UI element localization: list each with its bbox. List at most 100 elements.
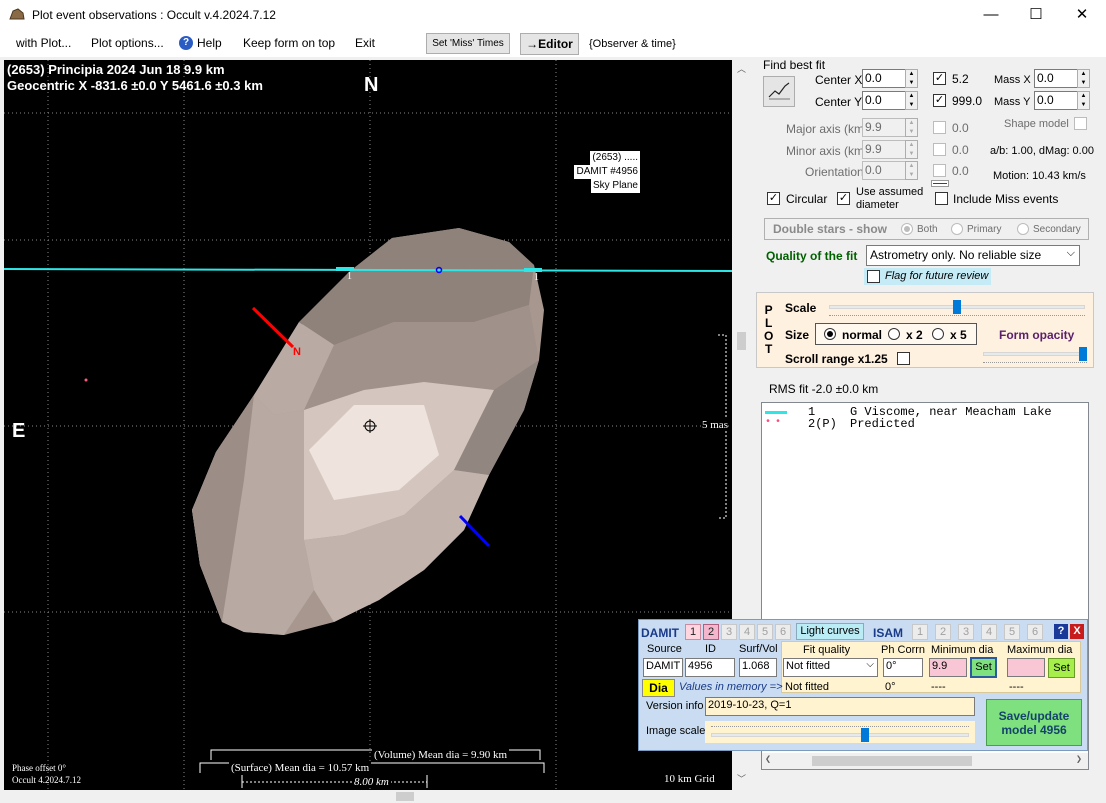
- max-dia-field[interactable]: [1007, 658, 1045, 677]
- center-x-spinner[interactable]: ▲ ▼: [905, 69, 918, 88]
- plot-horizontal-scrollbar[interactable]: [4, 790, 750, 803]
- editor-button[interactable]: →Editor: [520, 33, 579, 55]
- center-y-checkbox[interactable]: ✓: [933, 94, 946, 107]
- minor-axis-input[interactable]: 9.9: [862, 140, 906, 159]
- scroll-left-icon[interactable]: ❮: [765, 754, 771, 766]
- damit-num-5[interactable]: 5: [757, 624, 773, 640]
- x5-radio[interactable]: [932, 328, 944, 340]
- flag-review-checkbox[interactable]: [867, 270, 880, 283]
- fit-line-color-swatch[interactable]: [931, 180, 949, 187]
- volume-dia-label: (Volume) Mean dia = 9.90 km: [372, 749, 510, 761]
- surf-vol-field[interactable]: 1.068: [739, 658, 777, 677]
- menu-exit[interactable]: Exit: [355, 36, 375, 50]
- secondary-radio[interactable]: [1017, 223, 1029, 235]
- damit-num-4[interactable]: 4: [739, 624, 755, 640]
- damit-num-2[interactable]: 2: [703, 624, 719, 640]
- quality-select[interactable]: Astrometry only. No reliable size ⌵: [866, 245, 1080, 266]
- find-best-fit-button[interactable]: [763, 76, 795, 107]
- observer-time-label[interactable]: {Observer & time}: [589, 38, 676, 50]
- legend-hscrollbar[interactable]: ❮ ❯: [762, 753, 1088, 769]
- image-scale-slider[interactable]: [705, 721, 975, 743]
- mass-y-input[interactable]: 0.0: [1034, 91, 1078, 110]
- set-miss-times-button[interactable]: Set 'Miss' Times: [426, 33, 510, 54]
- isam-num-2[interactable]: 2: [935, 624, 951, 640]
- chevron-down-icon: ⌵: [1066, 247, 1075, 259]
- min-dia-field[interactable]: 9.9: [929, 658, 967, 677]
- damit-num-3[interactable]: 3: [721, 624, 737, 640]
- horizontal-scroll-thumb[interactable]: [396, 792, 414, 801]
- set-min-dia-button[interactable]: Set: [970, 657, 997, 678]
- major-axis-label: Major axis (km): [786, 122, 869, 136]
- menu-keep-on-top[interactable]: Keep form on top: [243, 36, 335, 50]
- center-x-input[interactable]: 0.0: [862, 69, 906, 88]
- close-icon[interactable]: X: [1070, 624, 1084, 639]
- opacity-slider-thumb[interactable]: [1079, 347, 1087, 361]
- set-max-dia-button[interactable]: Set: [1048, 658, 1075, 678]
- menu-with-plot[interactable]: with Plot...: [16, 36, 71, 50]
- scroll-range-checkbox[interactable]: [897, 352, 910, 365]
- damit-num-6[interactable]: 6: [775, 624, 791, 640]
- mass-y-spinner[interactable]: ▲ ▼: [1077, 91, 1090, 110]
- isam-num-1[interactable]: 1: [912, 624, 928, 640]
- vertical-scroll-thumb[interactable]: [737, 332, 746, 350]
- both-radio[interactable]: [901, 223, 913, 235]
- menu-help[interactable]: Help: [197, 36, 222, 50]
- legend-line-observed: [765, 411, 787, 414]
- use-assumed-checkbox[interactable]: ✓: [837, 192, 850, 205]
- isam-num-5[interactable]: 5: [1004, 624, 1020, 640]
- major-axis-checkbox[interactable]: [933, 121, 946, 134]
- image-scale-thumb[interactable]: [861, 728, 869, 742]
- primary-radio[interactable]: [951, 223, 963, 235]
- secondary-label: Secondary: [1033, 224, 1081, 235]
- close-window-button[interactable]: ✕: [1059, 0, 1105, 30]
- scale-slider[interactable]: [825, 299, 1089, 319]
- center-y-input[interactable]: 0.0: [862, 91, 906, 110]
- help-icon[interactable]: ?: [1054, 624, 1068, 639]
- major-axis-spinner[interactable]: ▲ ▼: [905, 118, 918, 137]
- values-in-memory-label: Values in memory =>: [679, 681, 783, 693]
- mass-x-spinner[interactable]: ▲ ▼: [1077, 69, 1090, 88]
- version-info-field[interactable]: 2019-10-23, Q=1: [705, 697, 975, 716]
- geocentric-coords: Geocentric X -831.6 ±0.0 Y 5461.6 ±0.3 k…: [7, 78, 263, 93]
- ph-corr-field[interactable]: 0°: [883, 658, 923, 677]
- orientation-spinner[interactable]: ▲ ▼: [905, 161, 918, 180]
- circular-checkbox[interactable]: ✓: [767, 192, 780, 205]
- minor-axis-checkbox[interactable]: [933, 143, 946, 156]
- normal-radio[interactable]: [824, 328, 836, 340]
- light-curves-button[interactable]: Light curves: [796, 623, 864, 640]
- memory-fit-quality: Not fitted: [785, 681, 830, 693]
- scale-slider-thumb[interactable]: [953, 300, 961, 314]
- dia-button[interactable]: Dia: [642, 679, 675, 697]
- include-miss-checkbox[interactable]: [935, 192, 948, 205]
- x2-radio[interactable]: [888, 328, 900, 340]
- opacity-slider[interactable]: [981, 346, 1089, 366]
- menu-plot-options[interactable]: Plot options...: [91, 36, 164, 50]
- scroll-right-icon[interactable]: ❯: [1076, 754, 1082, 766]
- isam-num-6[interactable]: 6: [1027, 624, 1043, 640]
- minor-axis-spinner[interactable]: ▲ ▼: [905, 140, 918, 159]
- plot-header: (2653) Principia 2024 Jun 18 9.9 km Geoc…: [7, 62, 263, 94]
- fit-quality-select[interactable]: Not fitted ⌵: [783, 658, 878, 677]
- shape-model-checkbox[interactable]: [1074, 117, 1087, 130]
- isam-num-3[interactable]: 3: [958, 624, 974, 640]
- orientation-input[interactable]: 0.0: [862, 161, 906, 180]
- x5-label: x 5: [950, 328, 967, 342]
- save-update-model-button[interactable]: Save/update model 4956: [986, 699, 1082, 746]
- scroll-down-icon[interactable]: ﹀: [737, 772, 746, 785]
- minimize-button[interactable]: —: [968, 0, 1014, 30]
- chevron-down-icon: ⌵: [866, 659, 874, 670]
- center-y-spinner[interactable]: ▲ ▼: [905, 91, 918, 110]
- source-field[interactable]: DAMIT: [643, 658, 683, 677]
- mass-x-input[interactable]: 0.0: [1034, 69, 1078, 88]
- scroll-up-icon[interactable]: ︿: [737, 62, 746, 75]
- orientation-checkbox[interactable]: [933, 164, 946, 177]
- plot-canvas[interactable]: (2653) Principia 2024 Jun 18 9.9 km Geoc…: [4, 60, 732, 790]
- id-field[interactable]: 4956: [685, 658, 735, 677]
- maximize-button[interactable]: ☐: [1013, 0, 1059, 30]
- isam-num-4[interactable]: 4: [981, 624, 997, 640]
- legend-scroll-thumb[interactable]: [812, 756, 972, 766]
- use-assumed-line1: Use assumed: [856, 186, 924, 198]
- major-axis-input[interactable]: 9.9: [862, 118, 906, 137]
- damit-num-1[interactable]: 1: [685, 624, 701, 640]
- center-x-checkbox[interactable]: ✓: [933, 72, 946, 85]
